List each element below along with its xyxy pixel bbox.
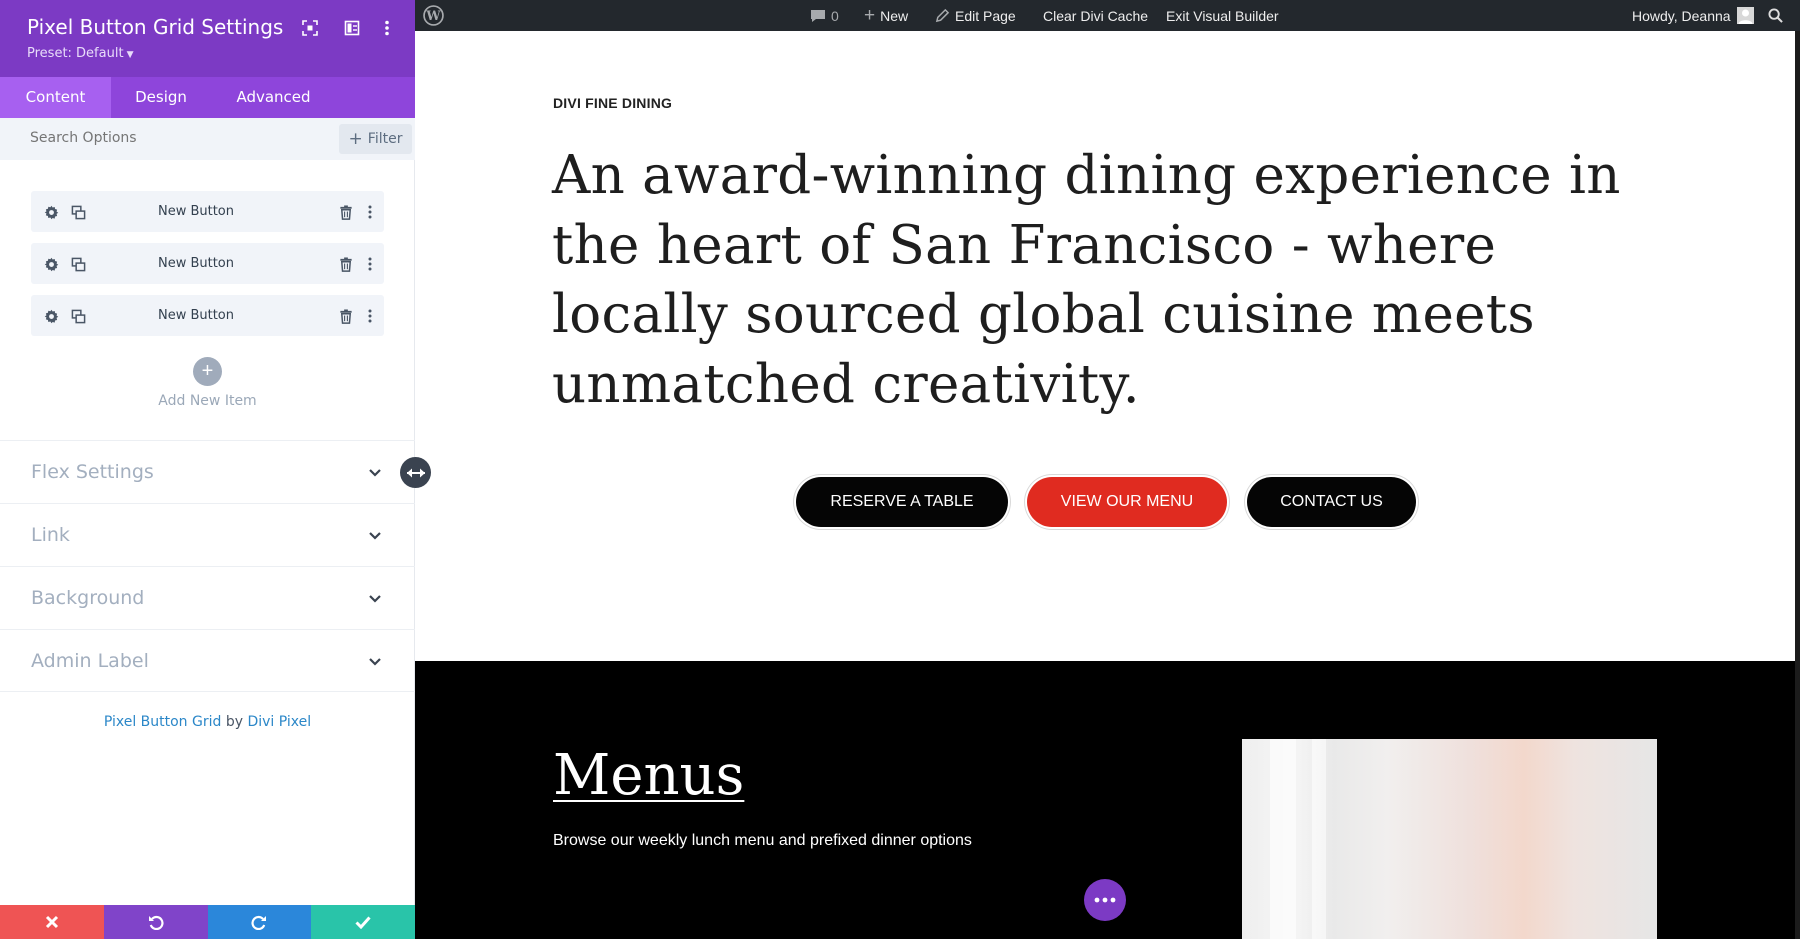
new-label: New <box>880 7 909 24</box>
reserve-table-button[interactable]: RESERVE A TABLE <box>796 477 1008 527</box>
comment-icon <box>811 9 825 22</box>
avatar[interactable] <box>1737 0 1754 31</box>
gear-icon[interactable] <box>42 255 60 273</box>
section-link[interactable]: Link <box>0 503 415 566</box>
hero-headline: An award-winning dining experience in th… <box>552 145 1621 415</box>
undo-button[interactable] <box>103 905 208 939</box>
menus-description: Browse our weekly lunch menu and prefixe… <box>553 832 972 849</box>
more-horizontal-icon <box>1094 897 1116 903</box>
preset-label: Preset: Default <box>27 46 124 61</box>
trash-icon[interactable] <box>337 255 355 273</box>
panel-tabs: Content Design Advanced <box>0 77 415 118</box>
module-link[interactable]: Pixel Button Grid <box>104 714 222 730</box>
filter-label: Filter <box>367 131 403 147</box>
trash-icon[interactable] <box>337 307 355 325</box>
more-options-icon[interactable] <box>361 307 379 325</box>
howdy-user-link[interactable]: Howdy, Deanna <box>1632 0 1731 31</box>
duplicate-icon[interactable] <box>69 255 87 273</box>
redo-icon <box>251 915 267 930</box>
caret-down-icon: ▼ <box>126 50 134 60</box>
check-icon <box>355 916 371 929</box>
list-item[interactable]: New Button <box>31 243 384 284</box>
item-label: New Button <box>157 204 235 219</box>
panel-header: Pixel Button Grid Settings Preset: Defau… <box>0 0 415 77</box>
save-button[interactable] <box>311 905 415 939</box>
list-item[interactable]: New Button <box>31 295 384 336</box>
chevron-down-icon <box>369 469 381 477</box>
admin-bar: W 0 + New Edit Page Clear Divi Cache Exi… <box>415 0 1800 31</box>
close-icon <box>45 915 58 929</box>
list-item[interactable]: New Button <box>31 191 384 232</box>
gear-icon[interactable] <box>42 203 60 221</box>
builder-options-button[interactable] <box>1084 879 1126 921</box>
section-title: Link <box>31 524 70 546</box>
chevron-down-icon <box>369 658 381 666</box>
add-item-label[interactable]: Add New Item <box>0 393 415 409</box>
section-flex-settings[interactable]: Flex Settings <box>0 440 415 503</box>
svg-text:W: W <box>425 8 441 23</box>
more-options-icon[interactable] <box>376 17 398 39</box>
plus-icon: + <box>201 360 214 382</box>
add-item-button[interactable]: + <box>193 357 222 386</box>
section-title: Flex Settings <box>31 461 154 483</box>
plus-icon: + <box>864 4 876 26</box>
edit-page-link[interactable]: Edit Page <box>935 0 1016 31</box>
chevron-down-icon <box>369 595 381 603</box>
resize-handle[interactable] <box>400 457 431 488</box>
author-link[interactable]: Divi Pixel <box>247 714 311 730</box>
tab-content[interactable]: Content <box>0 77 111 118</box>
comments-count: 0 <box>831 7 839 24</box>
scrollbar[interactable] <box>1795 31 1800 939</box>
tab-advanced[interactable]: Advanced <box>211 77 336 118</box>
new-content-link[interactable]: + New <box>864 0 908 31</box>
pencil-icon <box>935 8 950 23</box>
more-options-icon[interactable] <box>361 255 379 273</box>
preset-dropdown[interactable]: Preset: Default ▼ <box>27 46 133 61</box>
duplicate-icon[interactable] <box>69 203 87 221</box>
wordpress-logo-icon[interactable]: W <box>423 0 444 31</box>
section-background[interactable]: Background <box>0 566 415 629</box>
settings-panel: Pixel Button Grid Settings Preset: Defau… <box>0 0 415 939</box>
expand-icon[interactable] <box>299 17 321 39</box>
plus-icon: + <box>348 128 363 149</box>
more-options-icon[interactable] <box>361 203 379 221</box>
credit-by: by <box>225 714 244 730</box>
menus-heading[interactable]: Menus <box>553 743 744 808</box>
resize-arrows-icon <box>406 468 425 477</box>
undo-icon <box>148 915 164 930</box>
view-menu-button[interactable]: VIEW OUR MENU <box>1027 477 1227 527</box>
split-view-icon[interactable] <box>341 17 363 39</box>
item-label: New Button <box>157 256 235 271</box>
hero-section: DIVI FINE DINING An award-winning dining… <box>415 31 1795 661</box>
panel-title: Pixel Button Grid Settings <box>27 15 284 39</box>
module-credit: Pixel Button Grid by Divi Pixel <box>0 714 415 730</box>
contact-us-button[interactable]: CONTACT US <box>1247 477 1416 527</box>
hero-eyebrow: DIVI FINE DINING <box>553 95 673 111</box>
filter-button[interactable]: + Filter <box>339 124 412 154</box>
search-icon[interactable] <box>1768 0 1783 31</box>
trash-icon[interactable] <box>337 203 355 221</box>
panel-footer <box>0 905 415 939</box>
duplicate-icon[interactable] <box>69 307 87 325</box>
section-title: Admin Label <box>31 650 149 672</box>
section-admin-label[interactable]: Admin Label <box>0 629 415 692</box>
redo-button[interactable] <box>207 905 312 939</box>
page-preview: DIVI FINE DINING An award-winning dining… <box>415 31 1795 939</box>
restaurant-photo <box>1242 739 1657 939</box>
comments-link[interactable]: 0 <box>810 0 839 31</box>
chevron-down-icon <box>369 532 381 540</box>
item-label: New Button <box>157 308 235 323</box>
discard-button[interactable] <box>0 905 104 939</box>
section-title: Background <box>31 587 145 609</box>
exit-visual-builder-link[interactable]: Exit Visual Builder <box>1166 0 1279 31</box>
search-options-input[interactable] <box>30 130 280 146</box>
edit-page-label: Edit Page <box>955 7 1016 24</box>
tab-design[interactable]: Design <box>111 77 211 118</box>
search-bar: + Filter <box>0 118 415 160</box>
clear-divi-cache-link[interactable]: Clear Divi Cache <box>1043 0 1148 31</box>
gear-icon[interactable] <box>42 307 60 325</box>
